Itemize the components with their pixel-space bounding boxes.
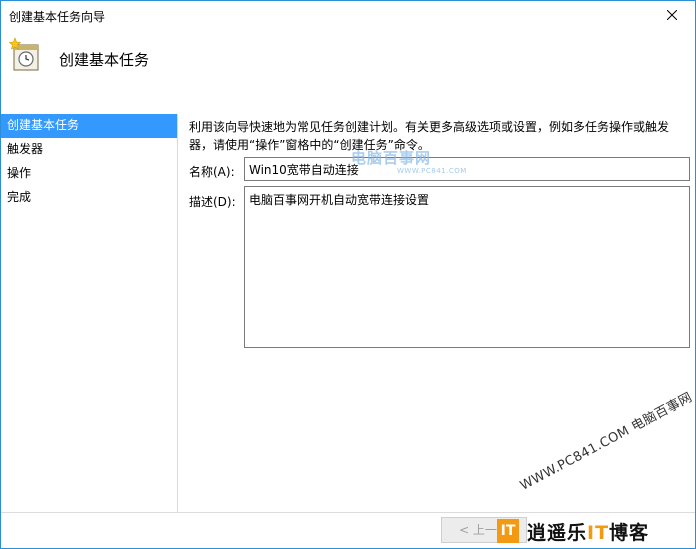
description-label: 描述(D): (189, 195, 236, 209)
sidebar-item-create-basic-task[interactable]: 创建基本任务 (1, 114, 177, 138)
watermark-blog-it: IT (587, 521, 610, 544)
sidebar-item-finish[interactable]: 完成 (1, 186, 177, 210)
name-label: 名称(A): (189, 165, 235, 179)
watermark-logo: 电脑百事网 (351, 149, 432, 167)
title-bar[interactable]: 创建基本任务向导 (1, 1, 695, 32)
wizard-window: 创建基本任务向导 创建基本任务 创建基本任务 触发器 操作 完成 利用该向导快速… (0, 0, 696, 549)
watermark-blog-suffix: 博客 (609, 521, 650, 544)
name-input[interactable] (244, 157, 690, 181)
wizard-header: 创建基本任务 (1, 32, 695, 111)
description-input[interactable]: 电脑百事网开机自动宽带连接设置 (244, 186, 690, 348)
close-button[interactable] (649, 1, 695, 31)
watermark-blog-prefix: 逍遥乐 (527, 521, 588, 544)
sidebar-item-action[interactable]: 操作 (1, 162, 177, 186)
close-icon (666, 9, 678, 23)
wizard-steps-sidebar: 创建基本任务 触发器 操作 完成 (1, 114, 177, 514)
task-scheduler-icon (8, 36, 42, 72)
watermark-it-badge: IT (497, 519, 519, 543)
window-title: 创建基本任务向导 (9, 10, 106, 24)
watermark-logo-url: WWW.PC841.COM (397, 167, 467, 175)
watermark-diagonal: WWW.PC841.COM 电脑百事网 (517, 390, 695, 494)
intro-line-1: 利用该向导快速地为常见任务创建计划。有关更多高级选项或设置，例如多任务操作或触发 (189, 120, 670, 134)
intro-text: 利用该向导快速地为常见任务创建计划。有关更多高级选项或设置，例如多任务操作或触发… (189, 118, 689, 154)
watermark-blog: IT 逍遥乐IT博客 (497, 517, 693, 545)
sidebar-divider (177, 114, 178, 512)
sidebar-item-trigger[interactable]: 触发器 (1, 138, 177, 162)
intro-line-2: 器，请使用“操作”窗格中的“创建任务”命令。 (189, 138, 430, 152)
watermark-blog-name: 逍遥乐IT博客 (527, 518, 649, 545)
page-title: 创建基本任务 (59, 51, 150, 69)
